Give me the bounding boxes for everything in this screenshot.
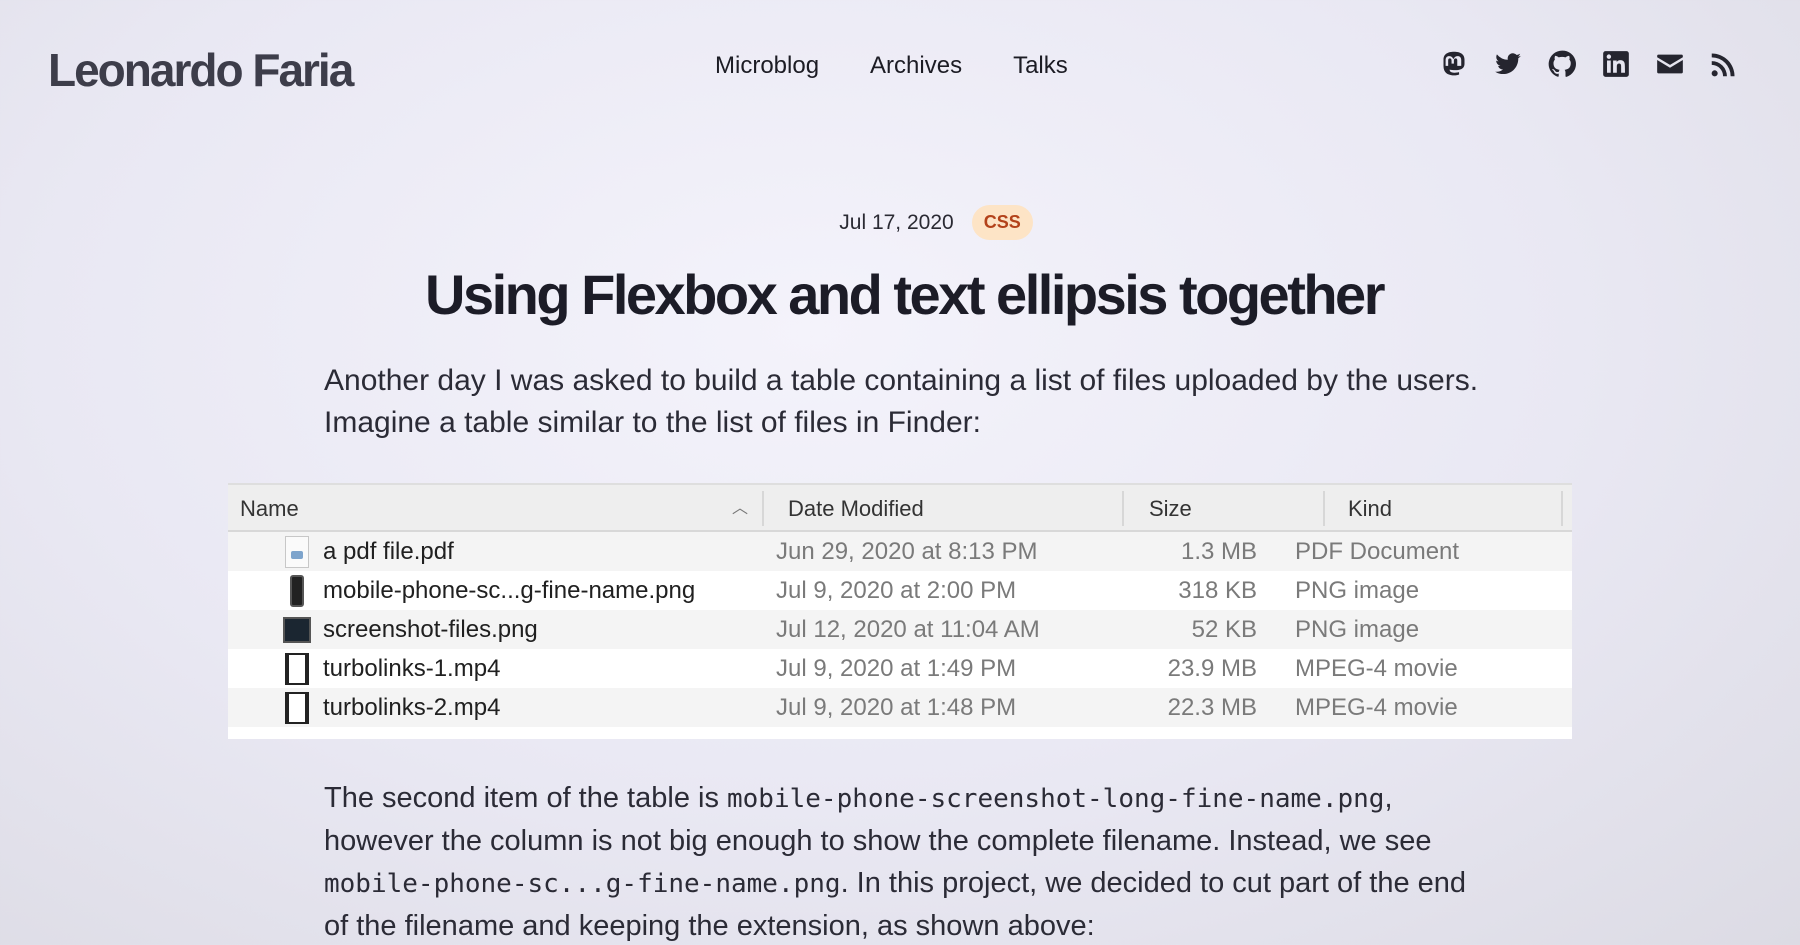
rss-icon[interactable] [1710,50,1738,78]
column-name-label: Name [240,496,299,521]
file-date: Jun 29, 2020 at 8:13 PM [776,537,1038,565]
twitter-icon[interactable] [1494,50,1522,78]
column-header-date[interactable]: Date Modified [764,485,1124,532]
intro-paragraph: Another day I was asked to build a table… [324,364,1479,439]
post-tag[interactable]: CSS [971,205,1033,240]
table-row[interactable]: turbolinks-2.mp4 Jul 9, 2020 at 1:48 PM … [228,688,1572,727]
file-date: Jul 9, 2020 at 1:48 PM [776,693,1017,721]
column-header-size[interactable]: Size [1124,485,1325,532]
file-name: a pdf file.pdf [323,537,454,565]
table-row[interactable]: screenshot-files.png Jul 12, 2020 at 11:… [228,610,1572,649]
table-row[interactable]: mobile-phone-sc...g-fine-name.png Jul 9,… [228,571,1572,610]
inline-code-truncated-filename: mobile-phone-sc...g-fine-name.png [324,869,841,899]
sort-ascending-icon: ︿ [731,500,748,517]
pdf-file-icon [285,535,309,568]
linkedin-icon[interactable] [1602,50,1630,78]
file-size: 23.9 MB [1167,654,1257,682]
finder-header-row: Name ︿ Date Modified Size Kind [228,485,1572,532]
column-header-name[interactable]: Name ︿ [228,485,764,532]
file-date: Jul 12, 2020 at 11:04 AM [776,615,1040,643]
screenshot-image-icon [283,616,311,643]
file-date: Jul 9, 2020 at 1:49 PM [776,654,1017,682]
file-date: Jul 9, 2020 at 2:00 PM [776,576,1017,604]
nav-talks[interactable]: Talks [1013,52,1068,80]
table-row[interactable]: turbolinks-1.mp4 Jul 9, 2020 at 1:49 PM … [228,649,1572,688]
post-meta: Jul 17, 2020 CSS [0,205,1800,240]
post-title: Using Flexbox and text ellipsis together [425,263,1385,326]
file-name: turbolinks-2.mp4 [323,693,501,721]
phone-image-icon [290,574,304,607]
file-size: 52 KB [1191,615,1257,643]
site-logo[interactable]: Leonardo Faria [48,43,354,97]
movie-file-icon [285,691,309,724]
movie-file-icon [285,652,309,685]
mastodon-icon[interactable] [1440,50,1468,78]
site-header: Leonardo Faria Microblog Archives Talks [0,0,1800,135]
body-paragraph: The second item of the table is mobile-p… [324,777,1494,945]
social-links [1440,50,1738,78]
table-row[interactable]: a pdf file.pdf Jun 29, 2020 at 8:13 PM 1… [228,532,1572,571]
file-kind: PNG image [1295,576,1420,604]
paragraph-text: The second item of the table is [324,782,727,814]
nav-microblog[interactable]: Microblog [715,52,819,80]
file-size: 1.3 MB [1180,537,1257,565]
file-size: 22.3 MB [1167,693,1257,721]
column-header-kind[interactable]: Kind [1325,485,1563,532]
file-kind: PNG image [1295,615,1420,643]
inline-code-full-filename: mobile-phone-screenshot-long-fine-name.p… [727,784,1385,814]
file-name: mobile-phone-sc...g-fine-name.png [323,576,696,604]
mail-icon[interactable] [1656,50,1684,78]
github-icon[interactable] [1548,50,1576,78]
file-name: screenshot-files.png [323,615,538,643]
file-kind: MPEG-4 movie [1295,654,1458,682]
finder-file-table: Name ︿ Date Modified Size Kind a pdf fil… [228,483,1572,739]
main-nav: Microblog Archives Talks [715,52,1068,80]
file-name: turbolinks-1.mp4 [323,654,501,682]
file-kind: PDF Document [1295,537,1460,565]
file-size: 318 KB [1178,576,1257,604]
file-kind: MPEG-4 movie [1295,693,1458,721]
post-date: Jul 17, 2020 [839,210,954,234]
nav-archives[interactable]: Archives [870,52,962,80]
